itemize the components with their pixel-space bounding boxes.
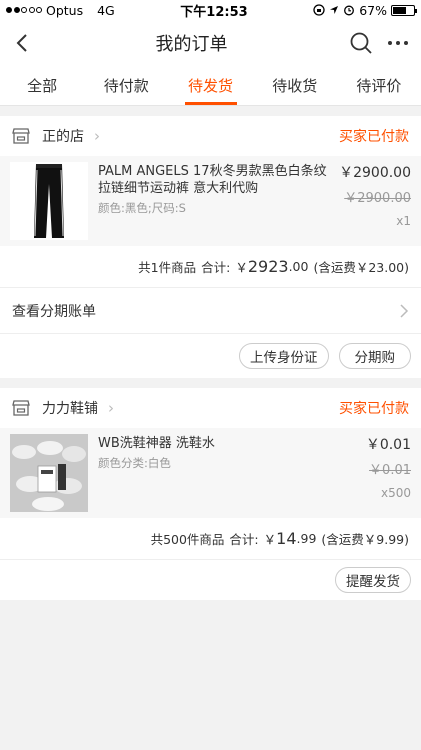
page-title: 我的订单 bbox=[155, 34, 228, 55]
total-decimal: .00 bbox=[288, 259, 309, 274]
carrier-name: Optus bbox=[46, 2, 84, 18]
product-image bbox=[10, 434, 88, 512]
order-card: 正的店 › 买家已付款 PALM ANGELS 17秋冬男款黑色白条纹拉链细节运… bbox=[0, 116, 421, 378]
product-original-price: ￥2900.00 bbox=[344, 191, 411, 206]
more-icon[interactable] bbox=[387, 32, 409, 54]
clock: 下午12:53 bbox=[180, 4, 248, 20]
order-item[interactable]: WB洗鞋神器 洗鞋水 颜色分类:白色 ￥0.01 ￥0.01 x500 bbox=[0, 428, 421, 518]
shop-name: 正的店 bbox=[42, 129, 84, 145]
battery-icon bbox=[391, 4, 417, 16]
product-price: ￥2900.00 bbox=[339, 165, 411, 181]
total-amount: 14 bbox=[276, 529, 297, 548]
chevron-right-icon: › bbox=[108, 399, 114, 417]
product-price: ￥0.01 bbox=[365, 437, 411, 453]
installment-button[interactable]: 分期购 bbox=[338, 343, 411, 369]
tab-pending-payment[interactable]: 待付款 bbox=[84, 66, 168, 105]
chevron-right-icon bbox=[400, 303, 409, 318]
item-count: 共500件商品 bbox=[150, 532, 225, 547]
order-summary: 共1件商品 合计: ￥ 2923.00 (含运费￥23.00) bbox=[0, 246, 421, 288]
tab-all[interactable]: 全部 bbox=[0, 66, 84, 105]
item-count: 共1件商品 bbox=[138, 260, 197, 275]
order-summary: 共500件商品 合计: ￥ 14.99 (含运费￥9.99) bbox=[0, 518, 421, 560]
remind-shipment-button[interactable]: 提醒发货 bbox=[335, 567, 411, 593]
product-title: PALM ANGELS 17秋冬男款黑色白条纹拉链细节运动裤 意大利代购 bbox=[98, 164, 327, 196]
shipping-fee: (含运费￥9.99) bbox=[321, 532, 409, 547]
alarm-icon bbox=[344, 5, 355, 16]
signal-strength-icon bbox=[6, 7, 42, 13]
search-icon[interactable] bbox=[349, 31, 373, 55]
product-quantity: x500 bbox=[380, 486, 411, 500]
shop-header[interactable]: 力力鞋铺 › 买家已付款 bbox=[0, 388, 421, 428]
currency-symbol: ￥ bbox=[235, 260, 248, 275]
chevron-right-icon: › bbox=[94, 127, 100, 145]
product-spec: 颜色:黑色;尺码:S bbox=[98, 201, 186, 215]
order-card: 力力鞋铺 › 买家已付款 WB洗鞋神器 洗鞋水 颜色分类:白色 ￥0.01 ￥0… bbox=[0, 388, 421, 600]
shop-icon bbox=[12, 400, 30, 416]
shop-icon bbox=[12, 128, 30, 144]
tab-pending-shipment[interactable]: 待发货 bbox=[168, 66, 252, 105]
total-label: 合计: bbox=[201, 260, 231, 275]
total-label: 合计: bbox=[229, 532, 259, 547]
currency-symbol: ￥ bbox=[263, 532, 277, 547]
tab-pending-receipt[interactable]: 待收货 bbox=[253, 66, 337, 105]
total-amount: 2923 bbox=[247, 257, 289, 276]
installment-bill-label: 查看分期账单 bbox=[12, 303, 96, 320]
order-tabs: 全部 待付款 待发货 待收货 待评价 bbox=[0, 66, 421, 106]
tab-pending-review[interactable]: 待评价 bbox=[337, 66, 421, 105]
shop-header[interactable]: 正的店 › 买家已付款 bbox=[0, 116, 421, 156]
product-image bbox=[10, 162, 88, 240]
shipping-fee: (含运费￥23.00) bbox=[313, 260, 409, 275]
status-bar: Optus 4G 下午12:53 67% bbox=[0, 0, 421, 20]
location-icon bbox=[330, 6, 339, 14]
rotation-lock-icon bbox=[313, 4, 325, 16]
total-decimal: .99 bbox=[296, 531, 317, 546]
shop-name: 力力鞋铺 bbox=[42, 401, 98, 417]
battery-percent: 67% bbox=[359, 2, 387, 18]
product-original-price: ￥0.01 bbox=[369, 463, 411, 478]
order-status: 买家已付款 bbox=[339, 129, 409, 145]
network-type: 4G bbox=[97, 2, 115, 18]
order-actions: 提醒发货 bbox=[0, 560, 421, 600]
product-title: WB洗鞋神器 洗鞋水 bbox=[98, 436, 215, 451]
product-quantity: x1 bbox=[396, 214, 411, 228]
order-status: 买家已付款 bbox=[339, 401, 409, 417]
product-spec: 颜色分类:白色 bbox=[98, 456, 171, 470]
installment-bill-link[interactable]: 查看分期账单 bbox=[0, 288, 421, 334]
navigation-bar: 我的订单 bbox=[0, 20, 421, 66]
order-actions: 上传身份证 分期购 bbox=[0, 334, 421, 378]
order-item[interactable]: PALM ANGELS 17秋冬男款黑色白条纹拉链细节运动裤 意大利代购 颜色:… bbox=[0, 156, 421, 246]
back-icon[interactable] bbox=[12, 32, 34, 54]
upload-id-button[interactable]: 上传身份证 bbox=[239, 343, 329, 369]
